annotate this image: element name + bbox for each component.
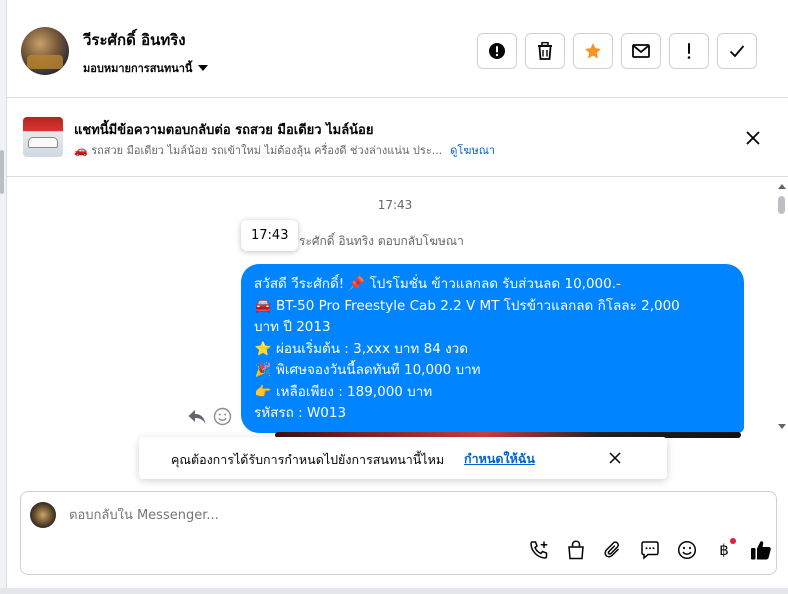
message-bubble[interactable]: สวัสดี วีระศักดิ์! 📌 โปรโมชั่น ข้าวแลกลด… bbox=[241, 264, 744, 433]
assign-prompt-text: คุณต้องการได้รับการกำหนดไปยังการสนทนานี้… bbox=[171, 452, 445, 467]
alert-circle-icon bbox=[489, 43, 505, 59]
chat-icon[interactable] bbox=[638, 538, 662, 562]
scroll-up-arrow-icon[interactable] bbox=[778, 184, 786, 189]
point-right-emoji-icon: 👉 bbox=[254, 383, 272, 400]
ad-banner-subtitle: 🚗 รถสวย มือเดียว ไมล์น้อย รถเข้าใหม่ ไม่… bbox=[74, 141, 495, 159]
ad-thumbnail[interactable] bbox=[23, 117, 63, 157]
car-emoji-icon: 🚘 bbox=[254, 297, 272, 314]
star-button[interactable] bbox=[573, 33, 613, 69]
message-tools bbox=[187, 407, 232, 426]
message-thread[interactable]: 17:43 ระศักดิ์ อินทริง ตอบกลับโฆษณา 17:4… bbox=[7, 178, 788, 478]
bubble-line: 🎉 พิเศษจองวันนี้ลดทันที 10,000 บาท bbox=[254, 360, 730, 382]
star-icon bbox=[585, 43, 601, 59]
trash-icon bbox=[538, 42, 552, 60]
emoji-icon[interactable] bbox=[675, 538, 699, 562]
assign-to-me-link[interactable]: กำหนดให้ฉัน bbox=[464, 449, 535, 469]
priority-button[interactable] bbox=[669, 33, 709, 69]
conversation-panel: วีระศักดิ์ อินทริง มอบหมายการสนทนานี้ แช… bbox=[6, 0, 788, 588]
ad-reply-note: ระศักดิ์ อินทริง ตอบกลับโฆษณา bbox=[299, 234, 464, 248]
baht-symbol: ฿ bbox=[719, 541, 729, 559]
paperclip-icon[interactable] bbox=[601, 538, 625, 562]
bubble-line: 👉 เหลือเพียง : 189,000 บาท bbox=[254, 382, 730, 404]
bubble-line: ⭐ ผ่อนเริ่มต้น : 3,xxx บาท 84 งวด bbox=[254, 339, 730, 361]
mark-unread-button[interactable] bbox=[621, 33, 661, 69]
header-actions bbox=[477, 33, 757, 69]
check-icon bbox=[729, 45, 745, 58]
baht-icon[interactable]: ฿ bbox=[712, 538, 736, 562]
scroll-thumb[interactable] bbox=[778, 196, 785, 214]
reply-icon[interactable] bbox=[187, 408, 207, 426]
composer-toolbar: ฿ bbox=[527, 538, 773, 562]
done-button[interactable] bbox=[717, 33, 757, 69]
assign-label: มอบหมายการสนทนานี้ bbox=[83, 62, 193, 75]
ad-snippet: 🚗 รถสวย มือเดียว ไมล์น้อย รถเข้าใหม่ ไม่… bbox=[74, 144, 443, 157]
contact-name[interactable]: วีระศักดิ์ อินทริง bbox=[83, 28, 186, 52]
delete-button[interactable] bbox=[525, 33, 565, 69]
assign-dropdown[interactable]: มอบหมายการสนทนานี้ bbox=[83, 59, 209, 77]
message-composer: ฿ bbox=[20, 491, 777, 575]
envelope-icon bbox=[632, 44, 650, 58]
reply-input[interactable] bbox=[69, 508, 569, 523]
emoji-react-icon[interactable] bbox=[213, 407, 232, 426]
close-icon bbox=[609, 452, 621, 464]
assign-prompt-close-button[interactable] bbox=[607, 450, 623, 466]
car-image bbox=[28, 137, 58, 148]
bubble-line: สวัสดี วีระศักดิ์! 📌 โปรโมชั่น ข้าวแลกลด… bbox=[254, 276, 621, 292]
bubble-line: 🚘 BT-50 Pro Freestyle Cab 2.2 V MT โปรข้า… bbox=[254, 296, 730, 318]
left-edge-marker bbox=[0, 150, 4, 194]
view-ad-link[interactable]: ดูโฆษณา bbox=[450, 144, 495, 157]
bubble-line: บาท ปี 2013 bbox=[254, 319, 331, 335]
page-avatar bbox=[30, 502, 56, 528]
time-tooltip: 17:43 bbox=[241, 220, 299, 251]
exclamation-icon bbox=[687, 43, 691, 59]
ad-reply-banner: แชทนี้มีข้อความตอบกลับต่อ รถสวย มือเดียว… bbox=[7, 99, 788, 177]
scroll-down-arrow-icon[interactable] bbox=[778, 424, 786, 429]
call-add-icon[interactable] bbox=[527, 538, 551, 562]
party-emoji-icon: 🎉 bbox=[254, 362, 272, 378]
thumbs-up-icon[interactable] bbox=[749, 538, 773, 562]
conversation-header: วีระศักดิ์ อินทริง มอบหมายการสนทนานี้ bbox=[7, 0, 788, 98]
star-emoji-icon: ⭐ bbox=[254, 340, 272, 357]
ad-banner-title: แชทนี้มีข้อความตอบกลับต่อ รถสวย มือเดียว… bbox=[74, 123, 374, 138]
ad-banner-close-button[interactable] bbox=[742, 127, 764, 149]
thread-timestamp: 17:43 bbox=[377, 198, 413, 212]
bottom-strip bbox=[0, 588, 788, 594]
close-icon bbox=[746, 131, 760, 145]
assign-prompt: คุณต้องการได้รับการกำหนดไปยังการสนทนานี้… bbox=[139, 437, 667, 479]
report-button[interactable] bbox=[477, 33, 517, 69]
shop-bag-icon[interactable] bbox=[564, 538, 588, 562]
thread-scrollbar[interactable] bbox=[775, 184, 787, 434]
notification-dot bbox=[730, 538, 736, 544]
contact-avatar[interactable] bbox=[21, 27, 69, 75]
bubble-line: รหัสรถ : W013 bbox=[254, 405, 347, 421]
caret-down-icon bbox=[198, 65, 209, 71]
